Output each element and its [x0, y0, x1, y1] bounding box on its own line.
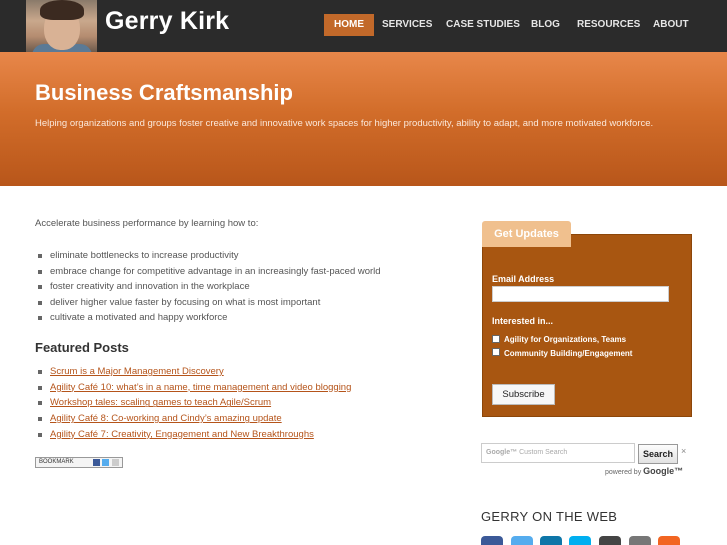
bookmark-label: BOOKMARK: [39, 459, 74, 465]
nav-resources[interactable]: RESOURCES: [577, 14, 640, 36]
post-link[interactable]: Agility Café 10: what’s in a name, time …: [50, 382, 351, 393]
list-item: embrace change for competitive advantage…: [38, 264, 381, 280]
featured-posts-heading: Featured Posts: [35, 340, 129, 355]
list-item: foster creativity and innovation in the …: [38, 279, 381, 295]
list-item: eliminate bottlenecks to increase produc…: [38, 248, 381, 264]
hero-banner: Business Craftsmanship Helping organizat…: [0, 52, 727, 186]
post-link[interactable]: Workshop tales: scaling games to teach A…: [50, 397, 271, 408]
list-item: Workshop tales: scaling games to teach A…: [38, 395, 351, 411]
post-link[interactable]: Scrum is a Major Management Discovery: [50, 366, 224, 377]
nav-home[interactable]: HOME: [324, 14, 374, 36]
nav-services[interactable]: SERVICES: [382, 14, 432, 36]
search-placeholder: Custom Search: [519, 449, 568, 456]
email-label: Email Address: [492, 274, 555, 284]
intro-text: Accelerate business performance by learn…: [35, 218, 259, 229]
linkedin-icon[interactable]: [540, 536, 562, 545]
hero-tagline: Helping organizations and groups foster …: [35, 118, 654, 129]
benefits-list: eliminate bottlenecks to increase produc…: [38, 248, 381, 326]
bookmark-button[interactable]: BOOKMARK: [35, 457, 123, 468]
list-item: Scrum is a Major Management Discovery: [38, 364, 351, 380]
twitter-icon: [102, 459, 110, 466]
email-field[interactable]: [492, 286, 669, 302]
email-icon[interactable]: [629, 536, 651, 545]
twitter-icon[interactable]: [511, 536, 533, 545]
facebook-icon: [92, 459, 100, 466]
subscribe-button[interactable]: Subscribe: [492, 384, 555, 405]
list-item: Agility Café 7: Creativity, Engagement a…: [38, 427, 351, 443]
nav-case-studies[interactable]: CASE STUDIES: [446, 14, 520, 36]
hero-title: Business Craftsmanship: [35, 80, 293, 105]
search-input[interactable]: Google™ Custom Search: [481, 443, 635, 463]
facebook-icon[interactable]: [481, 536, 503, 545]
list-item: Agility Café 8: Co-working and Cindy’s a…: [38, 411, 351, 427]
powered-by-label: powered by: [605, 469, 642, 476]
rss-icon[interactable]: [658, 536, 680, 545]
site-title[interactable]: Gerry Kirk: [105, 7, 229, 36]
github-icon[interactable]: [599, 536, 621, 545]
list-item: deliver higher value faster by focusing …: [38, 295, 381, 311]
skype-icon[interactable]: [569, 536, 591, 545]
site-header: Gerry Kirk HOME SERVICES CASE STUDIES BL…: [0, 0, 727, 52]
checkbox-agility[interactable]: [492, 335, 500, 343]
post-link[interactable]: Agility Café 7: Creativity, Engagement a…: [50, 429, 314, 440]
google-logo: Google™: [486, 449, 518, 456]
list-item: cultivate a motivated and happy workforc…: [38, 310, 381, 326]
list-item: Agility Café 10: what’s in a name, time …: [38, 380, 351, 396]
email-icon: [112, 459, 119, 466]
close-icon[interactable]: ×: [681, 446, 686, 456]
checkbox-label: Agility for Organizations, Teams: [504, 335, 627, 344]
updates-tab: Get Updates: [482, 221, 571, 247]
nav-blog[interactable]: BLOG: [531, 14, 560, 36]
nav-about[interactable]: ABOUT: [653, 14, 689, 36]
powered-by-google: powered by Google™: [605, 466, 683, 476]
post-link[interactable]: Agility Café 8: Co-working and Cindy’s a…: [50, 413, 282, 424]
featured-posts-list: Scrum is a Major Management Discovery Ag…: [38, 364, 351, 442]
google-logo: Google™: [643, 466, 684, 476]
gerry-on-the-web-heading: GERRY ON THE WEB: [481, 509, 618, 524]
checkbox-label: Community Building/Engagement: [504, 349, 633, 358]
checkbox-community[interactable]: [492, 348, 500, 356]
avatar: [26, 0, 97, 52]
interested-label: Interested in...: [492, 316, 554, 326]
search-button[interactable]: Search: [638, 444, 678, 464]
